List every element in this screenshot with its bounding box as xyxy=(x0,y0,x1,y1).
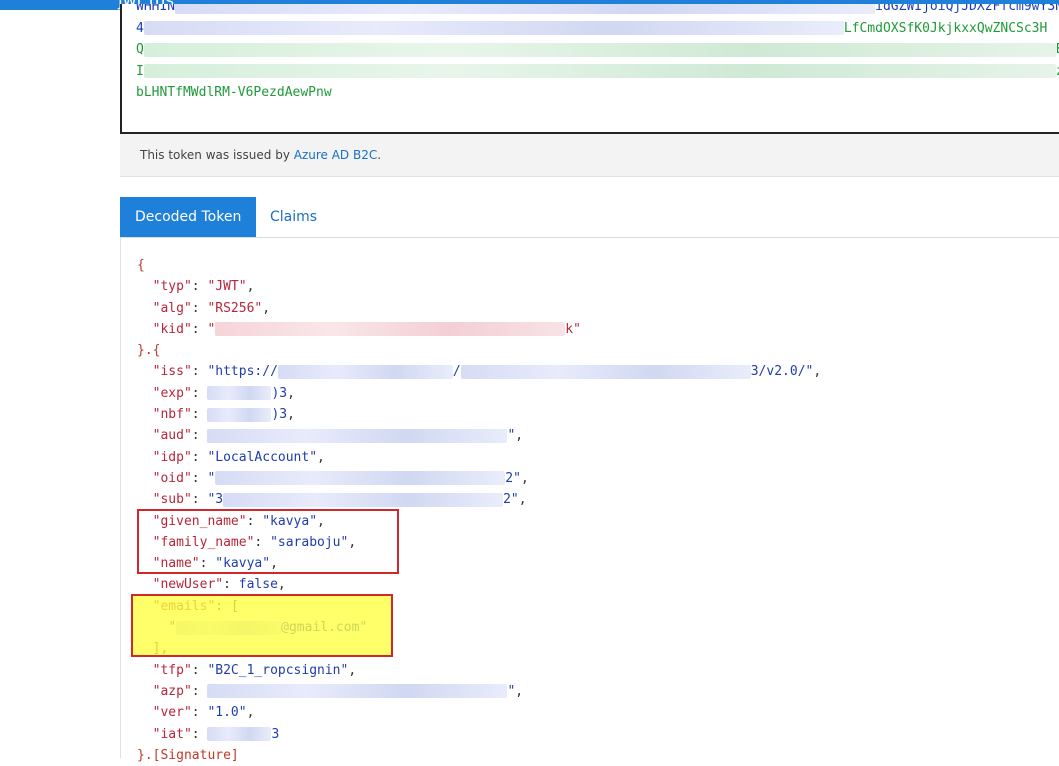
encoded-line: Iz xyxy=(136,61,1059,83)
claim-typ: "typ": "JWT", xyxy=(152,279,255,295)
claim-aud: "aud": ", xyxy=(152,428,524,444)
claim-family-name: "family_name": "saraboju", xyxy=(152,534,357,550)
token-tabs: Decoded Token Claims xyxy=(120,197,1059,238)
json-footer: }.[Signature] xyxy=(137,747,239,763)
encoded-line: 4 LfCmdOXSfK0JkjkxxQwZNCSc3H xyxy=(136,20,1048,36)
claim-iat: "iat": 3 xyxy=(152,726,280,742)
claim-exp: "exp": )3, xyxy=(152,385,295,401)
left-gutter xyxy=(0,10,120,754)
issuer-link[interactable]: Azure AD B2C xyxy=(294,148,378,162)
encoded-token-box[interactable]: WHHIN idGZWIjoiQjJDXzFfcm9wY3NpZ 4 LfCmdOX… xyxy=(120,4,1059,134)
encoded-line: QB xyxy=(136,39,1059,61)
tab-decoded-token[interactable]: Decoded Token xyxy=(120,197,257,237)
claim-sub: "sub": "3 2", xyxy=(152,492,527,508)
issuer-suffix: . xyxy=(377,148,382,162)
claim-azp: "azp": ", xyxy=(152,683,524,699)
claim-name: "name": "kavya", xyxy=(152,556,278,572)
issuer-prefix: This token was issued by xyxy=(140,148,294,162)
claim-emails-close: ], xyxy=(152,641,169,657)
json-header-close: }.{ xyxy=(137,343,161,359)
claim-emails: "emails": [ xyxy=(152,598,239,614)
tab-claims[interactable]: Claims xyxy=(255,197,332,237)
claim-iss: "iss": "https:///3/v2.0/", xyxy=(152,364,822,380)
claim-alg: "alg": "RS256", xyxy=(152,300,271,316)
claim-oid: "oid": " 2", xyxy=(152,470,529,486)
claim-nbf: "nbf": )3, xyxy=(152,407,295,423)
claim-idp: "idp": "LocalAccount", xyxy=(152,449,325,465)
json-open: { xyxy=(137,258,145,273)
decoded-token-panel: { "typ": "JWT", "alg": "RS256", "kid": "… xyxy=(120,238,1059,763)
claim-emails-value: " @gmail.com" xyxy=(168,620,368,636)
claim-ver: "ver": "1.0", xyxy=(152,705,255,721)
claim-tfp: "tfp": "B2C_1_ropcsignin", xyxy=(152,662,357,678)
claim-given-name: "given_name": "kavya", xyxy=(152,513,325,529)
claim-new-user: "newUser": false, xyxy=(152,577,286,593)
encoded-line: bLHNTfMWdlRM-V6PezdAewPnw xyxy=(136,85,332,100)
claim-kid: "kid": " k" xyxy=(152,321,581,337)
issuer-bar: This token was issued by Azure AD B2C. xyxy=(120,134,1059,177)
encoded-line: WHHIN idGZWIjoiQjJDXzFfcm9wY3NpZ xyxy=(136,4,1059,18)
